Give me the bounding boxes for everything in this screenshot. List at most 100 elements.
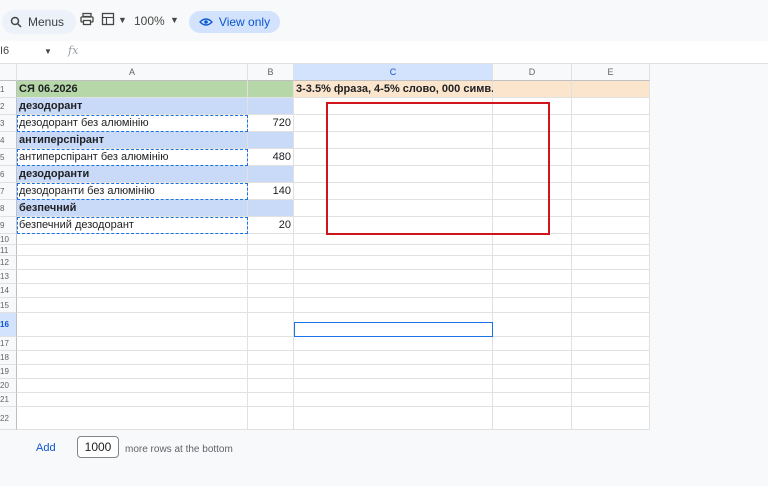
- row-header[interactable]: 19: [0, 365, 17, 379]
- empty-cell[interactable]: [248, 256, 294, 270]
- column-header-d[interactable]: D: [493, 64, 572, 81]
- cell-a5[interactable]: антиперспірант без алюмінію: [17, 149, 248, 166]
- row-header[interactable]: 12: [0, 256, 17, 270]
- column-header-b[interactable]: B: [248, 64, 294, 81]
- cell-e2[interactable]: [572, 98, 650, 115]
- empty-cell[interactable]: [294, 407, 493, 430]
- cell-a7[interactable]: дезодоранти без алюмінію: [17, 183, 248, 200]
- row-header[interactable]: 8: [0, 200, 17, 217]
- empty-cell[interactable]: [17, 379, 248, 393]
- cell-e7[interactable]: [572, 183, 650, 200]
- empty-cell[interactable]: [248, 234, 294, 245]
- row-header[interactable]: 17: [0, 337, 17, 351]
- empty-cell[interactable]: [294, 256, 493, 270]
- empty-cell[interactable]: [493, 270, 572, 284]
- cell-b2[interactable]: [248, 98, 294, 115]
- empty-cell[interactable]: [248, 298, 294, 313]
- empty-cell[interactable]: [493, 234, 572, 245]
- cell-a4[interactable]: антиперспірант: [17, 132, 248, 149]
- row-header[interactable]: 21: [0, 393, 17, 407]
- row-header[interactable]: 2: [0, 98, 17, 115]
- empty-cell[interactable]: [17, 298, 248, 313]
- empty-cell[interactable]: [17, 407, 248, 430]
- empty-cell[interactable]: [17, 256, 248, 270]
- empty-cell[interactable]: [493, 351, 572, 365]
- cell-a1[interactable]: СЯ 06.2026: [17, 81, 248, 98]
- cell-e6[interactable]: [572, 166, 650, 183]
- cell-e4[interactable]: [572, 132, 650, 149]
- print-icon[interactable]: [80, 12, 94, 26]
- cell-b6[interactable]: [248, 166, 294, 183]
- empty-cell[interactable]: [17, 270, 248, 284]
- empty-cell[interactable]: [248, 284, 294, 298]
- view-only-button[interactable]: View only: [189, 11, 280, 33]
- empty-cell[interactable]: [493, 284, 572, 298]
- empty-cell[interactable]: [17, 313, 248, 337]
- empty-cell[interactable]: [572, 393, 650, 407]
- empty-cell[interactable]: [493, 407, 572, 430]
- empty-cell[interactable]: [17, 393, 248, 407]
- empty-cell[interactable]: [248, 337, 294, 351]
- cell-e9[interactable]: [572, 217, 650, 234]
- empty-cell[interactable]: [572, 351, 650, 365]
- empty-cell[interactable]: [572, 245, 650, 256]
- row-header-selected[interactable]: 16: [0, 313, 17, 337]
- row-header[interactable]: 11: [0, 245, 17, 256]
- zoom-dropdown-icon[interactable]: ▼: [170, 15, 179, 25]
- empty-cell[interactable]: [572, 298, 650, 313]
- name-box-dropdown-icon[interactable]: ▼: [44, 47, 52, 56]
- select-all-corner[interactable]: [0, 64, 17, 81]
- empty-cell[interactable]: [248, 313, 294, 337]
- empty-cell[interactable]: [248, 270, 294, 284]
- empty-cell[interactable]: [17, 365, 248, 379]
- column-header-e[interactable]: E: [572, 64, 650, 81]
- row-header[interactable]: 15: [0, 298, 17, 313]
- selected-cell[interactable]: [294, 322, 493, 337]
- row-header[interactable]: 7: [0, 183, 17, 200]
- zoom-select[interactable]: 100%: [134, 14, 165, 28]
- empty-cell[interactable]: [248, 245, 294, 256]
- empty-cell[interactable]: [17, 245, 248, 256]
- empty-cell[interactable]: [572, 256, 650, 270]
- empty-cell[interactable]: [493, 245, 572, 256]
- row-header[interactable]: 22: [0, 407, 17, 430]
- row-header[interactable]: 14: [0, 284, 17, 298]
- column-header-c[interactable]: C: [294, 64, 493, 81]
- empty-cell[interactable]: [248, 365, 294, 379]
- cell-b8[interactable]: [248, 200, 294, 217]
- name-box[interactable]: I6: [0, 45, 9, 57]
- row-header[interactable]: 3: [0, 115, 17, 132]
- menus-button[interactable]: Menus: [2, 10, 77, 34]
- empty-cell[interactable]: [294, 393, 493, 407]
- empty-cell[interactable]: [294, 245, 493, 256]
- empty-cell[interactable]: [572, 407, 650, 430]
- cell-b7[interactable]: 140: [248, 183, 294, 200]
- column-header-a[interactable]: A: [17, 64, 248, 81]
- empty-cell[interactable]: [493, 365, 572, 379]
- empty-cell[interactable]: [294, 270, 493, 284]
- empty-cell[interactable]: [17, 234, 248, 245]
- cell-b5[interactable]: 480: [248, 149, 294, 166]
- empty-cell[interactable]: [572, 379, 650, 393]
- row-header[interactable]: 20: [0, 379, 17, 393]
- empty-cell[interactable]: [294, 284, 493, 298]
- cell-a9[interactable]: безпечний дезодорант: [17, 217, 248, 234]
- row-header[interactable]: 13: [0, 270, 17, 284]
- cell-b1[interactable]: [248, 81, 294, 98]
- empty-cell[interactable]: [17, 351, 248, 365]
- cell-b9[interactable]: 20: [248, 217, 294, 234]
- empty-cell[interactable]: [572, 270, 650, 284]
- row-header[interactable]: 6: [0, 166, 17, 183]
- paint-format-icon[interactable]: [101, 12, 115, 26]
- cell-e3[interactable]: [572, 115, 650, 132]
- cell-e1[interactable]: [572, 81, 650, 98]
- empty-cell[interactable]: [294, 351, 493, 365]
- cell-c1[interactable]: 3-3.5% фраза, 4-5% слово, 000 симв.: [294, 81, 494, 98]
- empty-cell[interactable]: [493, 379, 572, 393]
- cell-d1[interactable]: [493, 81, 572, 98]
- empty-cell[interactable]: [294, 298, 493, 313]
- empty-cell[interactable]: [248, 393, 294, 407]
- cell-e5[interactable]: [572, 149, 650, 166]
- cell-a3[interactable]: дезодорант без алюмінію: [17, 115, 248, 132]
- empty-cell[interactable]: [17, 337, 248, 351]
